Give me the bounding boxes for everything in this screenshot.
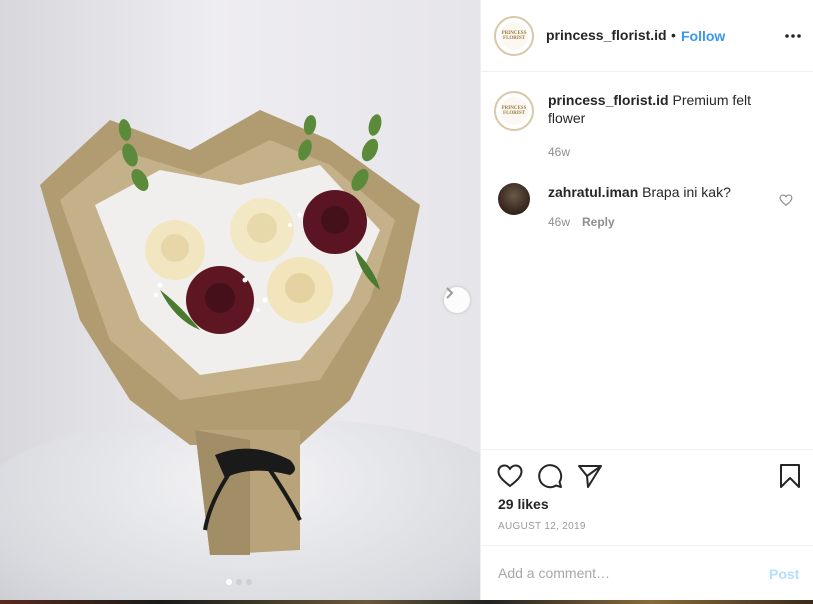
carousel-dots bbox=[226, 579, 252, 585]
post-header: PRINCESS FLORIST princess_florist.id • F… bbox=[481, 0, 813, 72]
comment-meta: 46w Reply bbox=[548, 215, 615, 229]
caption-age[interactable]: 46w bbox=[548, 145, 570, 159]
comment-username[interactable]: zahratul.iman bbox=[548, 184, 638, 200]
avatar-logo: PRINCESS FLORIST bbox=[501, 31, 527, 41]
comment-like-icon[interactable] bbox=[779, 193, 793, 207]
comment-input[interactable] bbox=[498, 565, 748, 581]
carousel-dot-3 bbox=[246, 579, 252, 585]
likes-count[interactable]: 29 likes bbox=[498, 496, 549, 512]
post-photo[interactable] bbox=[0, 0, 480, 600]
post-actions: 29 likes AUGUST 12, 2019 Post bbox=[481, 449, 813, 601]
caption-body: princess_florist.id Premium felt flower bbox=[548, 91, 768, 127]
post-username[interactable]: princess_florist.id bbox=[546, 27, 667, 43]
caption-meta: 46w bbox=[548, 145, 570, 159]
caption-username[interactable]: princess_florist.id bbox=[548, 92, 669, 108]
comment-age[interactable]: 46w bbox=[548, 215, 570, 229]
commenter-avatar[interactable] bbox=[498, 183, 530, 215]
carousel-dot-1 bbox=[226, 579, 232, 585]
heart-icon[interactable] bbox=[496, 462, 524, 490]
chevron-right-icon bbox=[446, 287, 454, 299]
comment-item: zahratul.iman Brapa ini kak? 46w Reply bbox=[498, 183, 798, 233]
post-date[interactable]: AUGUST 12, 2019 bbox=[498, 521, 586, 532]
comment-text: Brapa ini kak? bbox=[642, 184, 731, 200]
follow-button[interactable]: Follow bbox=[681, 28, 725, 44]
carousel-dot-2 bbox=[236, 579, 242, 585]
avatar[interactable]: PRINCESS FLORIST bbox=[494, 16, 534, 56]
post-sidebar: PRINCESS FLORIST princess_florist.id • F… bbox=[480, 0, 813, 600]
separator-dot: • bbox=[671, 27, 676, 43]
avatar-logo: PRINCESS FLORIST bbox=[501, 106, 527, 116]
share-icon[interactable] bbox=[576, 462, 604, 490]
more-icon[interactable] bbox=[783, 26, 803, 46]
comment-icon[interactable] bbox=[536, 462, 564, 490]
add-comment-section: Post bbox=[481, 545, 813, 602]
bouquet-image bbox=[40, 110, 420, 555]
comment-body: zahratul.iman Brapa ini kak? bbox=[548, 183, 758, 201]
carousel-next-button[interactable] bbox=[444, 287, 470, 313]
caption-avatar[interactable]: PRINCESS FLORIST bbox=[494, 91, 534, 131]
reply-button[interactable]: Reply bbox=[582, 215, 615, 229]
bookmark-icon[interactable] bbox=[776, 462, 804, 490]
caption: PRINCESS FLORIST princess_florist.id Pre… bbox=[494, 91, 798, 161]
post-button[interactable]: Post bbox=[769, 566, 799, 582]
